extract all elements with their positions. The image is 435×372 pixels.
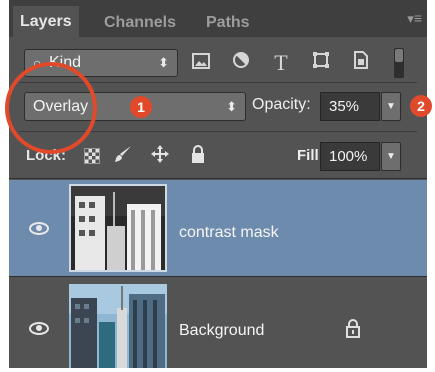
opacity-label: Opacity:	[252, 96, 311, 113]
panel-menu-icon[interactable]: ▾≡	[407, 10, 422, 27]
eye-icon[interactable]	[29, 222, 49, 235]
layer-name[interactable]: contrast mask	[179, 224, 279, 242]
layers-panel: Layers Channels Paths ▾≡ ○ Kind ⬍ T Over…	[9, 0, 427, 368]
layer-name[interactable]: Background	[179, 322, 264, 340]
adjustment-layer-filter-icon[interactable]	[227, 49, 255, 77]
opacity-input[interactable]: 35%	[320, 92, 380, 121]
lock-image-pixels-icon[interactable]	[112, 144, 134, 166]
fill-input[interactable]: 100%	[320, 142, 380, 171]
smart-object-filter-icon[interactable]	[347, 49, 375, 77]
opacity-dropdown-button[interactable]: ▼	[381, 92, 401, 121]
pixel-layer-filter-icon[interactable]	[187, 49, 215, 77]
lock-position-icon[interactable]	[149, 144, 171, 166]
lock-transparent-pixels-icon[interactable]	[84, 148, 100, 164]
shape-layer-filter-icon[interactable]	[307, 49, 335, 77]
tab-paths[interactable]: Paths	[199, 9, 257, 37]
divider	[9, 276, 427, 277]
divider	[9, 178, 427, 179]
annotation-callout-2: 2	[410, 95, 432, 117]
layer-thumbnail	[69, 284, 167, 368]
panel-tab-bar: Layers Channels Paths ▾≡	[9, 0, 427, 37]
lock-all-icon[interactable]	[187, 144, 209, 166]
up-down-arrows-icon: ⬍	[226, 99, 237, 114]
type-layer-filter-icon[interactable]: T	[267, 49, 295, 77]
layer-thumbnail	[69, 184, 167, 272]
eye-icon[interactable]	[29, 322, 49, 335]
annotation-callout-1: 1	[130, 96, 152, 118]
tab-layers[interactable]: Layers	[13, 6, 79, 37]
layer-row-background[interactable]: Background	[9, 278, 427, 368]
annotation-circle	[5, 62, 97, 154]
filter-toggle-switch[interactable]	[394, 48, 404, 78]
tab-channels[interactable]: Channels	[97, 9, 183, 37]
layer-row-contrast-mask[interactable]: contrast mask	[9, 180, 427, 276]
layer-lock-icon	[345, 318, 361, 343]
up-down-arrows-icon: ⬍	[158, 55, 169, 70]
fill-dropdown-button[interactable]: ▼	[381, 142, 401, 171]
